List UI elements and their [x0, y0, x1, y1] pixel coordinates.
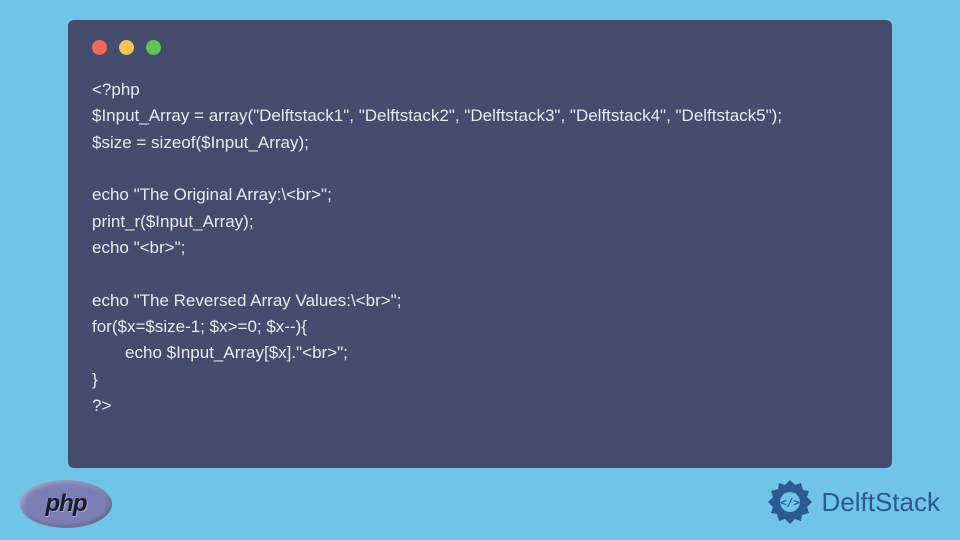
- code-line: echo "The Reversed Array Values:\<br>";: [92, 291, 401, 310]
- code-line: echo "<br>";: [92, 238, 185, 257]
- code-content: <?php $Input_Array = array("Delftstack1"…: [92, 77, 868, 419]
- code-line: ?>: [92, 396, 111, 415]
- delftstack-logo-text: DelftStack: [822, 487, 941, 518]
- minimize-icon: [119, 40, 134, 55]
- svg-text:</>: </>: [780, 496, 800, 509]
- code-line: for($x=$size-1; $x>=0; $x--){: [92, 317, 307, 336]
- delftstack-icon: </>: [764, 476, 816, 528]
- code-window: <?php $Input_Array = array("Delftstack1"…: [68, 20, 892, 468]
- code-line: $Input_Array = array("Delftstack1", "Del…: [92, 106, 782, 125]
- code-line: $size = sizeof($Input_Array);: [92, 133, 309, 152]
- code-line: print_r($Input_Array);: [92, 212, 254, 231]
- php-logo-text: php: [46, 490, 87, 518]
- php-logo: php: [20, 480, 112, 528]
- code-line: <?php: [92, 80, 140, 99]
- code-line: echo "The Original Array:\<br>";: [92, 185, 332, 204]
- close-icon: [92, 40, 107, 55]
- code-line: echo $Input_Array[$x]."<br>";: [92, 343, 348, 362]
- maximize-icon: [146, 40, 161, 55]
- delftstack-logo: </> DelftStack: [764, 476, 941, 528]
- window-controls: [92, 40, 868, 55]
- code-line: }: [92, 370, 98, 389]
